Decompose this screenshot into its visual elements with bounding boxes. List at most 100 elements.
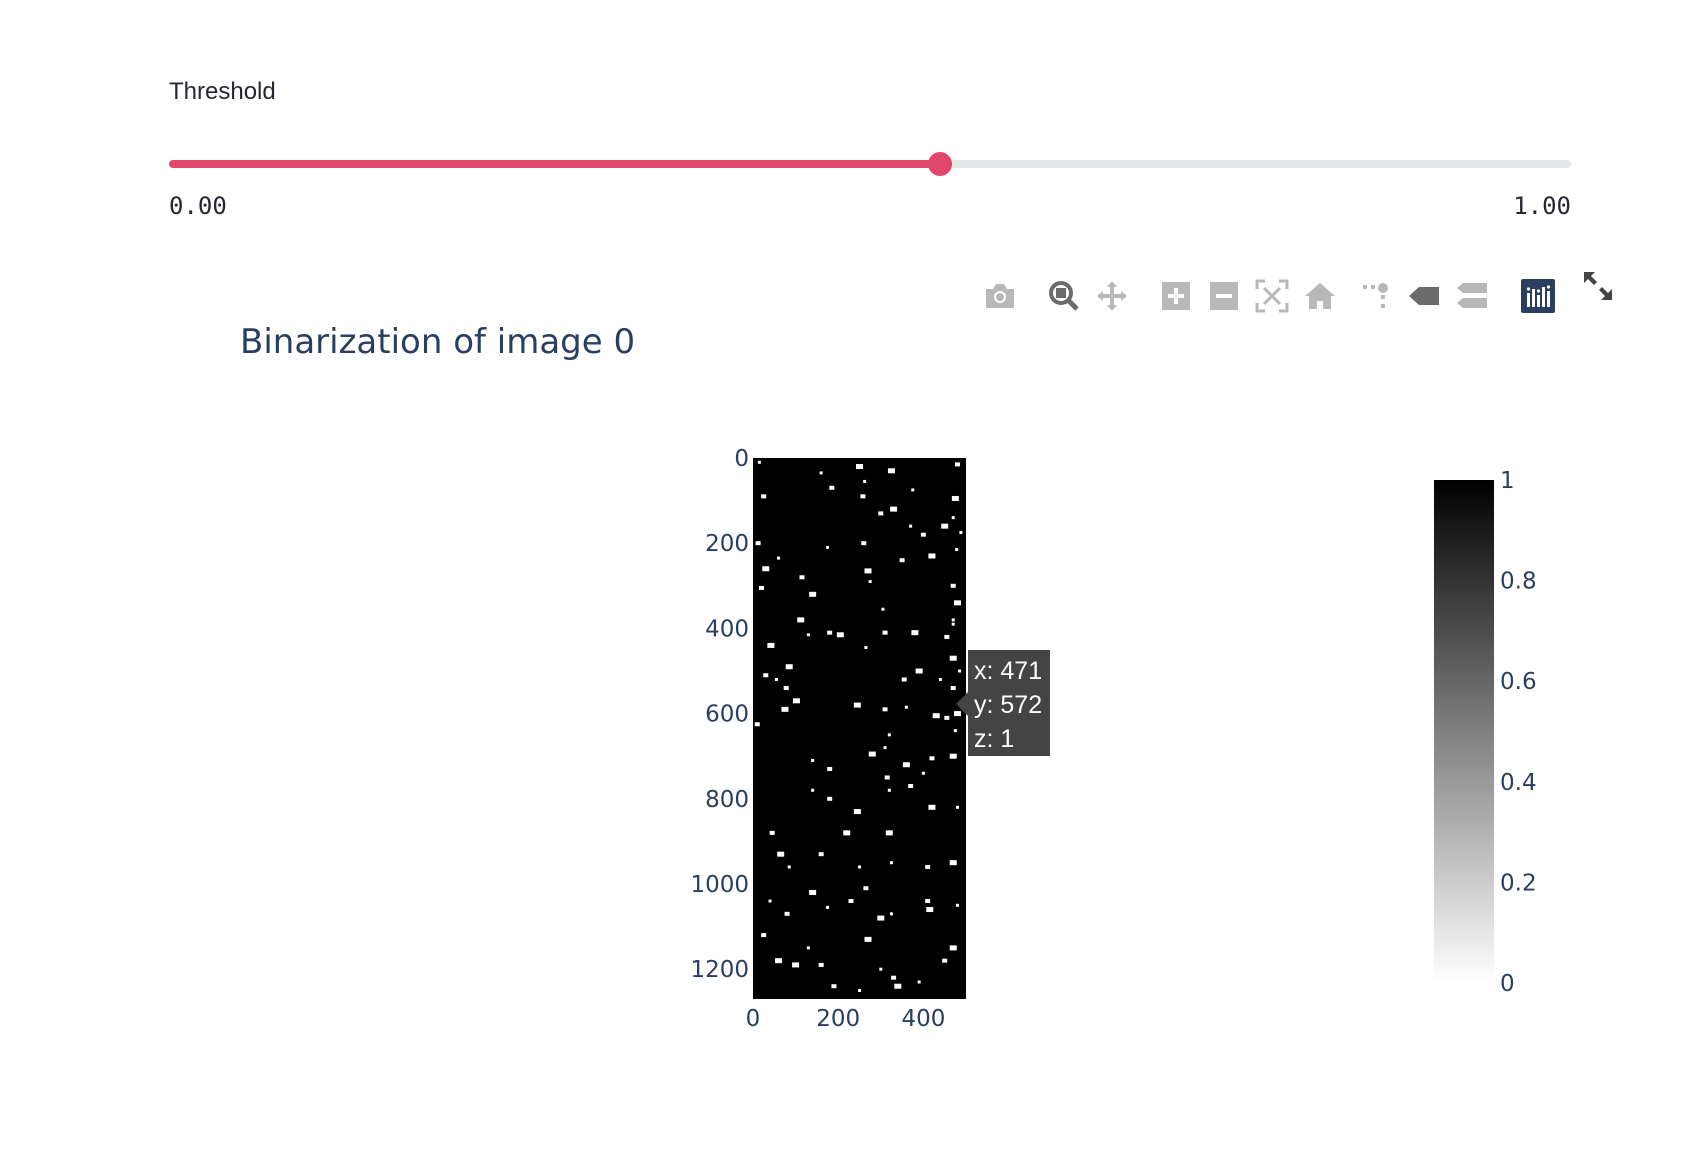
heatmap-speck	[949, 655, 957, 661]
heatmap-speck	[868, 751, 876, 757]
heatmap-speck	[951, 495, 959, 501]
heatmap-speck	[954, 462, 960, 467]
heatmap-speck	[925, 899, 931, 904]
heatmap-speck	[818, 962, 824, 967]
heatmap-speck	[958, 669, 962, 673]
heatmap-speck	[868, 580, 872, 584]
hover-x: x: 471	[974, 657, 1043, 685]
heatmap-speck	[915, 668, 923, 674]
heatmap-speck	[902, 762, 910, 768]
heatmap-speck	[921, 771, 925, 775]
heatmap-speck	[799, 575, 805, 580]
heatmap-speck	[818, 852, 824, 857]
heatmap-speck	[863, 479, 867, 483]
heatmap-speck	[949, 945, 957, 951]
y-tick-label: 1200	[690, 957, 749, 983]
heatmap-speck	[928, 553, 936, 559]
heatmap-speck	[797, 617, 805, 623]
heatmap-speck	[955, 548, 959, 552]
heatmap-speck	[951, 618, 955, 622]
heatmap-speck	[860, 494, 866, 499]
y-tick-label: 0	[734, 446, 749, 472]
heatmap-speck	[891, 975, 897, 980]
heatmap-speck	[858, 988, 861, 992]
x-tick-label: 200	[816, 1006, 860, 1032]
heatmap-speck	[864, 936, 872, 942]
hover-label-arrow	[956, 692, 968, 716]
heatmap-speck	[889, 861, 893, 865]
heatmap-speck	[775, 958, 783, 964]
heatmap-speck	[787, 865, 791, 869]
heatmap-speck	[904, 705, 908, 709]
heatmap-speck	[757, 460, 761, 464]
heatmap-speck	[889, 912, 893, 916]
heatmap-speck	[861, 541, 867, 546]
heatmap-speck	[877, 915, 885, 921]
heatmap-speck	[863, 886, 869, 891]
heatmap-speck	[853, 809, 861, 815]
hover-label: x: 471 y: 572 z: 1	[968, 650, 1050, 756]
y-tick-label: 1000	[690, 872, 749, 898]
heatmap-speck	[809, 890, 817, 896]
heatmap-speck	[901, 677, 907, 682]
heatmap-speck	[944, 715, 950, 720]
heatmap-speck	[932, 713, 940, 719]
heatmap-speck	[843, 830, 851, 836]
heatmap-speck	[883, 746, 887, 750]
colorbar-tick-label: 0.2	[1500, 870, 1537, 896]
heatmap-speck	[761, 494, 767, 499]
y-tick-label: 400	[705, 616, 749, 642]
x-tick-label: 400	[901, 1006, 945, 1032]
heatmap-speck	[899, 558, 905, 563]
heatmap-speck	[929, 756, 935, 761]
x-tick-label: 0	[746, 1006, 761, 1032]
heatmap-speck	[784, 911, 790, 916]
heatmap-speck	[881, 607, 885, 611]
heatmap-background	[753, 458, 966, 999]
y-tick-label: 800	[705, 787, 749, 813]
heatmap-speck	[953, 600, 961, 606]
heatmap-speck	[856, 464, 863, 470]
heatmap-speck	[894, 983, 902, 989]
heatmap-speck	[811, 758, 815, 762]
heatmap-speck	[785, 664, 793, 670]
heatmap-speck	[809, 591, 817, 597]
heatmap-speck	[768, 899, 772, 903]
heatmap-speck	[826, 545, 830, 549]
hover-y: y: 572	[974, 691, 1043, 719]
heatmap-speck	[826, 905, 830, 909]
heatmap-speck	[792, 698, 800, 704]
heatmap-speck	[884, 775, 890, 780]
heatmap-speck	[950, 686, 956, 691]
heatmap-speck	[887, 733, 891, 737]
heatmap-speck	[829, 485, 835, 490]
heatmap-plot[interactable]: 0 200 400 0 200 400 600 800 1000 1200 0 0.2 0.4 0.6…	[0, 0, 1696, 1164]
heatmap-speck	[938, 678, 942, 682]
heatmap-speck	[908, 784, 914, 789]
heatmap-speck	[762, 566, 770, 572]
heatmap-speck	[759, 585, 765, 590]
heatmap-speck	[926, 907, 934, 913]
colorbar-tick-label: 0.8	[1500, 569, 1537, 595]
heatmap-speck	[917, 980, 921, 984]
heatmap-speck	[781, 706, 789, 712]
colorbar-tick-label: 1	[1500, 468, 1515, 494]
heatmap-speck	[944, 634, 950, 639]
heatmap-speck	[783, 686, 789, 691]
heatmap-speck	[806, 946, 810, 950]
heatmap-speck	[959, 531, 963, 535]
heatmap-speck	[955, 805, 959, 809]
heatmap-speck	[925, 864, 931, 869]
y-tick-label: 600	[705, 702, 749, 728]
colorbar-tick-label: 0.6	[1500, 669, 1537, 695]
heatmap-speck	[909, 524, 913, 528]
heatmap-speck	[942, 958, 948, 963]
heatmap-speck	[827, 766, 833, 771]
colorbar	[1434, 480, 1494, 983]
heatmap-speck	[777, 851, 785, 857]
heatmap-speck	[882, 707, 888, 712]
heatmap-speck	[949, 860, 957, 866]
heatmap-speck	[777, 556, 781, 560]
heatmap-speck	[761, 933, 767, 938]
heatmap-speck	[951, 622, 955, 626]
